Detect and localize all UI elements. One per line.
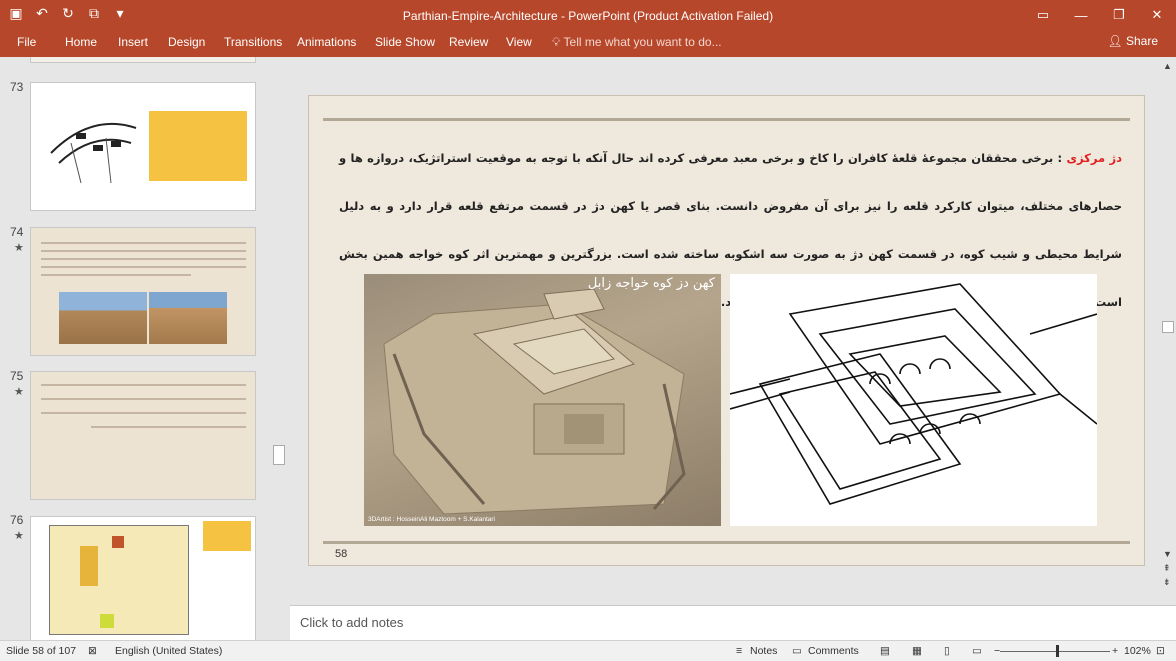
tab-insert[interactable]: Insert [118, 35, 148, 49]
slide-heading: دژ مرکزی [1066, 151, 1122, 165]
tab-home[interactable]: Home [65, 35, 97, 49]
thumbnail-73[interactable] [30, 82, 256, 211]
animation-star-icon: ★ [14, 386, 24, 398]
thumbnail-plan [49, 525, 189, 635]
slideshow-icon[interactable]: ▭ [972, 645, 982, 657]
image-credit: 3DArtist : HosseinAli Maztoom + S.Kalant… [368, 516, 495, 523]
tab-slide-show[interactable]: Slide Show [375, 35, 435, 49]
share-label: Share [1125, 34, 1158, 48]
image-caption: کهن دز کوه خواجه زابل [587, 276, 715, 291]
isometric-plan [730, 283, 1097, 505]
tell-me-box[interactable]: 💡︎ Tell me what you want to do... [552, 35, 722, 50]
next-slide-icon[interactable]: ⇟ [1163, 577, 1171, 588]
zoom-in-icon[interactable]: + [1112, 645, 1118, 657]
thumbnail-72[interactable] [30, 57, 256, 63]
thumbnail-photo [149, 292, 227, 344]
scrollbar-thumb[interactable] [1162, 321, 1174, 333]
current-slide[interactable]: دژ مرکزی : برخی محققان مجموعهٔ قلعهٔ کاف… [308, 95, 1145, 566]
thumbnail-number: 74 [10, 225, 24, 239]
window-title: Parthian-Empire-Architecture - PowerPoin… [402, 9, 774, 23]
fortress-plan-drawing[interactable] [730, 274, 1097, 526]
thumbnail-text-box [203, 521, 251, 551]
thumbnail-scrollbar-thumb[interactable] [273, 445, 285, 465]
minimize-icon[interactable]: — [1062, 0, 1100, 30]
ribbon-display-icon[interactable]: ▭ [1024, 0, 1062, 30]
comments-button[interactable]: Comments [808, 645, 859, 657]
tab-file[interactable]: File [17, 35, 36, 49]
person-icon: 👤︎ [1107, 34, 1126, 48]
slide-number: 58 [335, 548, 348, 560]
animation-star-icon: ★ [14, 242, 24, 254]
fit-to-window-icon[interactable]: ⊡ [1156, 645, 1165, 657]
notes-placeholder: Click to add notes [300, 615, 404, 630]
slide-sorter-icon[interactable]: ▦ [912, 645, 922, 657]
tab-view[interactable]: View [506, 35, 532, 49]
decorative-border [323, 118, 1130, 121]
scroll-down-icon[interactable]: ▼ [1163, 549, 1172, 559]
thumbnail-number: 75 [10, 369, 24, 383]
fortress-3d-image[interactable]: کهن دز کوه خواجه زابل 3DArtist : Hossein… [364, 274, 721, 526]
tab-review[interactable]: Review [449, 35, 488, 49]
close-icon[interactable]: ✕ [1138, 0, 1176, 30]
thumbnail-number: 76 [10, 513, 24, 527]
lightbulb-icon: 💡︎ [552, 35, 564, 49]
thumbnail-number: 73 [10, 80, 24, 94]
thumbnail-74[interactable] [30, 227, 256, 356]
previous-slide-icon[interactable]: ⇞ [1163, 563, 1171, 574]
scroll-up-icon[interactable]: ▲ [1163, 61, 1172, 71]
zoom-slider[interactable] [1000, 651, 1110, 652]
notes-button[interactable]: Notes [750, 645, 777, 657]
comments-icon: ▭ [792, 645, 802, 657]
notes-icon: ≡ [736, 645, 743, 657]
slide-counter: Slide 58 of 107 [6, 645, 77, 657]
slide-thumbnail-pane: 73 74 ★ 75 ★ 76 ★ [0, 57, 290, 640]
slide-scrollbar[interactable]: ▲ ▼ ⇞ ⇟ [1161, 57, 1176, 605]
thumbnail-photo [59, 292, 147, 344]
tab-animations[interactable]: Animations [297, 35, 356, 49]
normal-view-icon[interactable]: ▤ [880, 645, 890, 657]
thumbnail-text-box [149, 111, 247, 181]
tab-transitions[interactable]: Transitions [224, 35, 282, 49]
animation-star-icon: ★ [14, 530, 24, 542]
tell-me-text: Tell me what you want to do... [563, 35, 722, 49]
decorative-border [323, 541, 1130, 544]
reading-view-icon[interactable]: ▯ [944, 645, 950, 657]
fortress-render [383, 288, 686, 515]
zoom-slider-knob[interactable] [1056, 645, 1059, 657]
thumbnail-75[interactable] [30, 371, 256, 500]
title-bar: ▣ ↶ ↻ ⧉ ▾ Parthian-Empire-Architecture -… [0, 0, 1176, 30]
zoom-level[interactable]: 102% [1124, 645, 1151, 657]
thumbnail-scrollbar[interactable] [272, 57, 290, 640]
language-indicator[interactable]: English (United States) [115, 645, 222, 657]
thumbnail-76[interactable] [30, 516, 256, 640]
spellcheck-icon[interactable]: ⊠ [88, 645, 97, 657]
ribbon-tabs: File Home Insert Design Transitions Anim… [0, 30, 1176, 57]
share-button[interactable]: 👤︎ Share [1107, 34, 1158, 48]
tab-design[interactable]: Design [168, 35, 205, 49]
restore-icon[interactable]: ❐ [1100, 0, 1138, 30]
notes-pane[interactable]: Click to add notes [290, 605, 1176, 640]
status-bar: Slide 58 of 107 ⊠ English (United States… [0, 640, 1176, 661]
